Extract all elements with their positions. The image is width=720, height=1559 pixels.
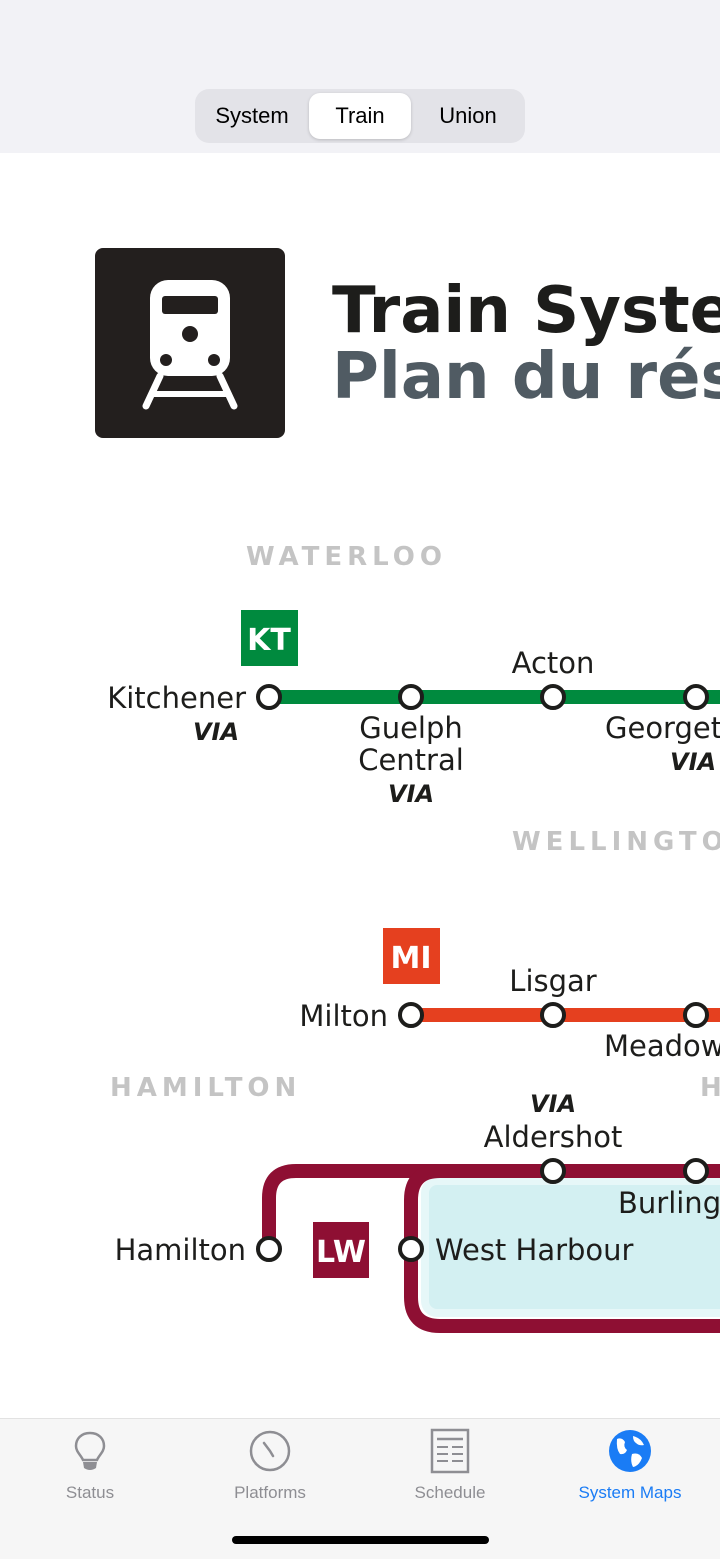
label-milton: Milton <box>299 999 388 1033</box>
label-burlington: Burling <box>618 1186 720 1220</box>
via-logo-kitchener: VIA <box>193 718 239 746</box>
station-georgetown[interactable] <box>683 684 709 710</box>
map-canvas: Train System Plan du rése WATERLOO WELLI… <box>95 248 720 1333</box>
tab-schedule-label: Schedule <box>414 1483 486 1502</box>
label-guelph-line1: Guelph <box>359 711 463 745</box>
lw-badge-label: LW <box>316 1235 366 1270</box>
map-type-segmented-control: System Train Union <box>195 89 525 143</box>
label-hamilton: Hamilton <box>115 1233 246 1267</box>
station-aldershot[interactable] <box>540 1158 566 1184</box>
system-map[interactable]: Train System Plan du rése WATERLOO WELLI… <box>0 153 720 1418</box>
tab-platforms-label: Platforms <box>234 1483 306 1502</box>
tab-status-label: Status <box>65 1483 115 1502</box>
tab-platforms[interactable]: Platforms <box>180 1427 360 1517</box>
schedule-icon <box>430 1428 470 1474</box>
station-meadowvale[interactable] <box>683 1002 709 1028</box>
region-halton: H <box>700 1073 720 1103</box>
tab-system-maps[interactable]: System Maps <box>540 1427 720 1517</box>
via-logo-aldershot: VIA <box>530 1090 576 1118</box>
segment-union[interactable]: Union <box>415 93 521 139</box>
globe-icon <box>609 1430 651 1472</box>
region-waterloo: WATERLOO <box>246 542 447 572</box>
station-lisgar[interactable] <box>540 1002 566 1028</box>
tab-schedule[interactable]: Schedule <box>360 1427 540 1517</box>
via-logo-georgetown: VIA <box>670 748 716 776</box>
station-guelph-central[interactable] <box>398 684 424 710</box>
segment-system[interactable]: System <box>199 93 305 139</box>
lightbulb-icon <box>74 1431 106 1470</box>
tab-system-maps-label: System Maps <box>578 1483 682 1502</box>
map-title-fr: Plan du rése <box>332 340 720 414</box>
station-acton[interactable] <box>540 684 566 710</box>
home-indicator[interactable] <box>232 1536 489 1544</box>
region-hamilton: HAMILTON <box>110 1073 301 1103</box>
mi-badge-label: MI <box>390 941 431 976</box>
label-guelph-line2: Central <box>358 743 464 777</box>
kt-badge-label: KT <box>247 623 291 658</box>
top-bar: System Train Union <box>0 0 720 153</box>
station-kitchener[interactable] <box>256 684 282 710</box>
station-milton[interactable] <box>398 1002 424 1028</box>
tab-status[interactable]: Status <box>0 1427 180 1517</box>
map-title-en: Train System <box>332 274 720 348</box>
label-lisgar: Lisgar <box>509 964 597 998</box>
label-meadowvale: Meadow <box>604 1029 720 1063</box>
label-aldershot: Aldershot <box>484 1120 623 1154</box>
station-hamilton[interactable] <box>256 1236 282 1262</box>
segment-train[interactable]: Train <box>309 93 411 139</box>
via-logo-guelph: VIA <box>388 780 434 808</box>
region-wellington: WELLINGTO <box>512 827 720 857</box>
station-west-harbour[interactable] <box>398 1236 424 1262</box>
label-west-harbour: West Harbour <box>435 1233 634 1267</box>
clock-icon <box>249 1430 291 1472</box>
label-georgetown: Georget <box>605 711 720 745</box>
label-kitchener: Kitchener <box>107 681 246 715</box>
label-acton: Acton <box>512 646 595 680</box>
station-burlington[interactable] <box>683 1158 709 1184</box>
